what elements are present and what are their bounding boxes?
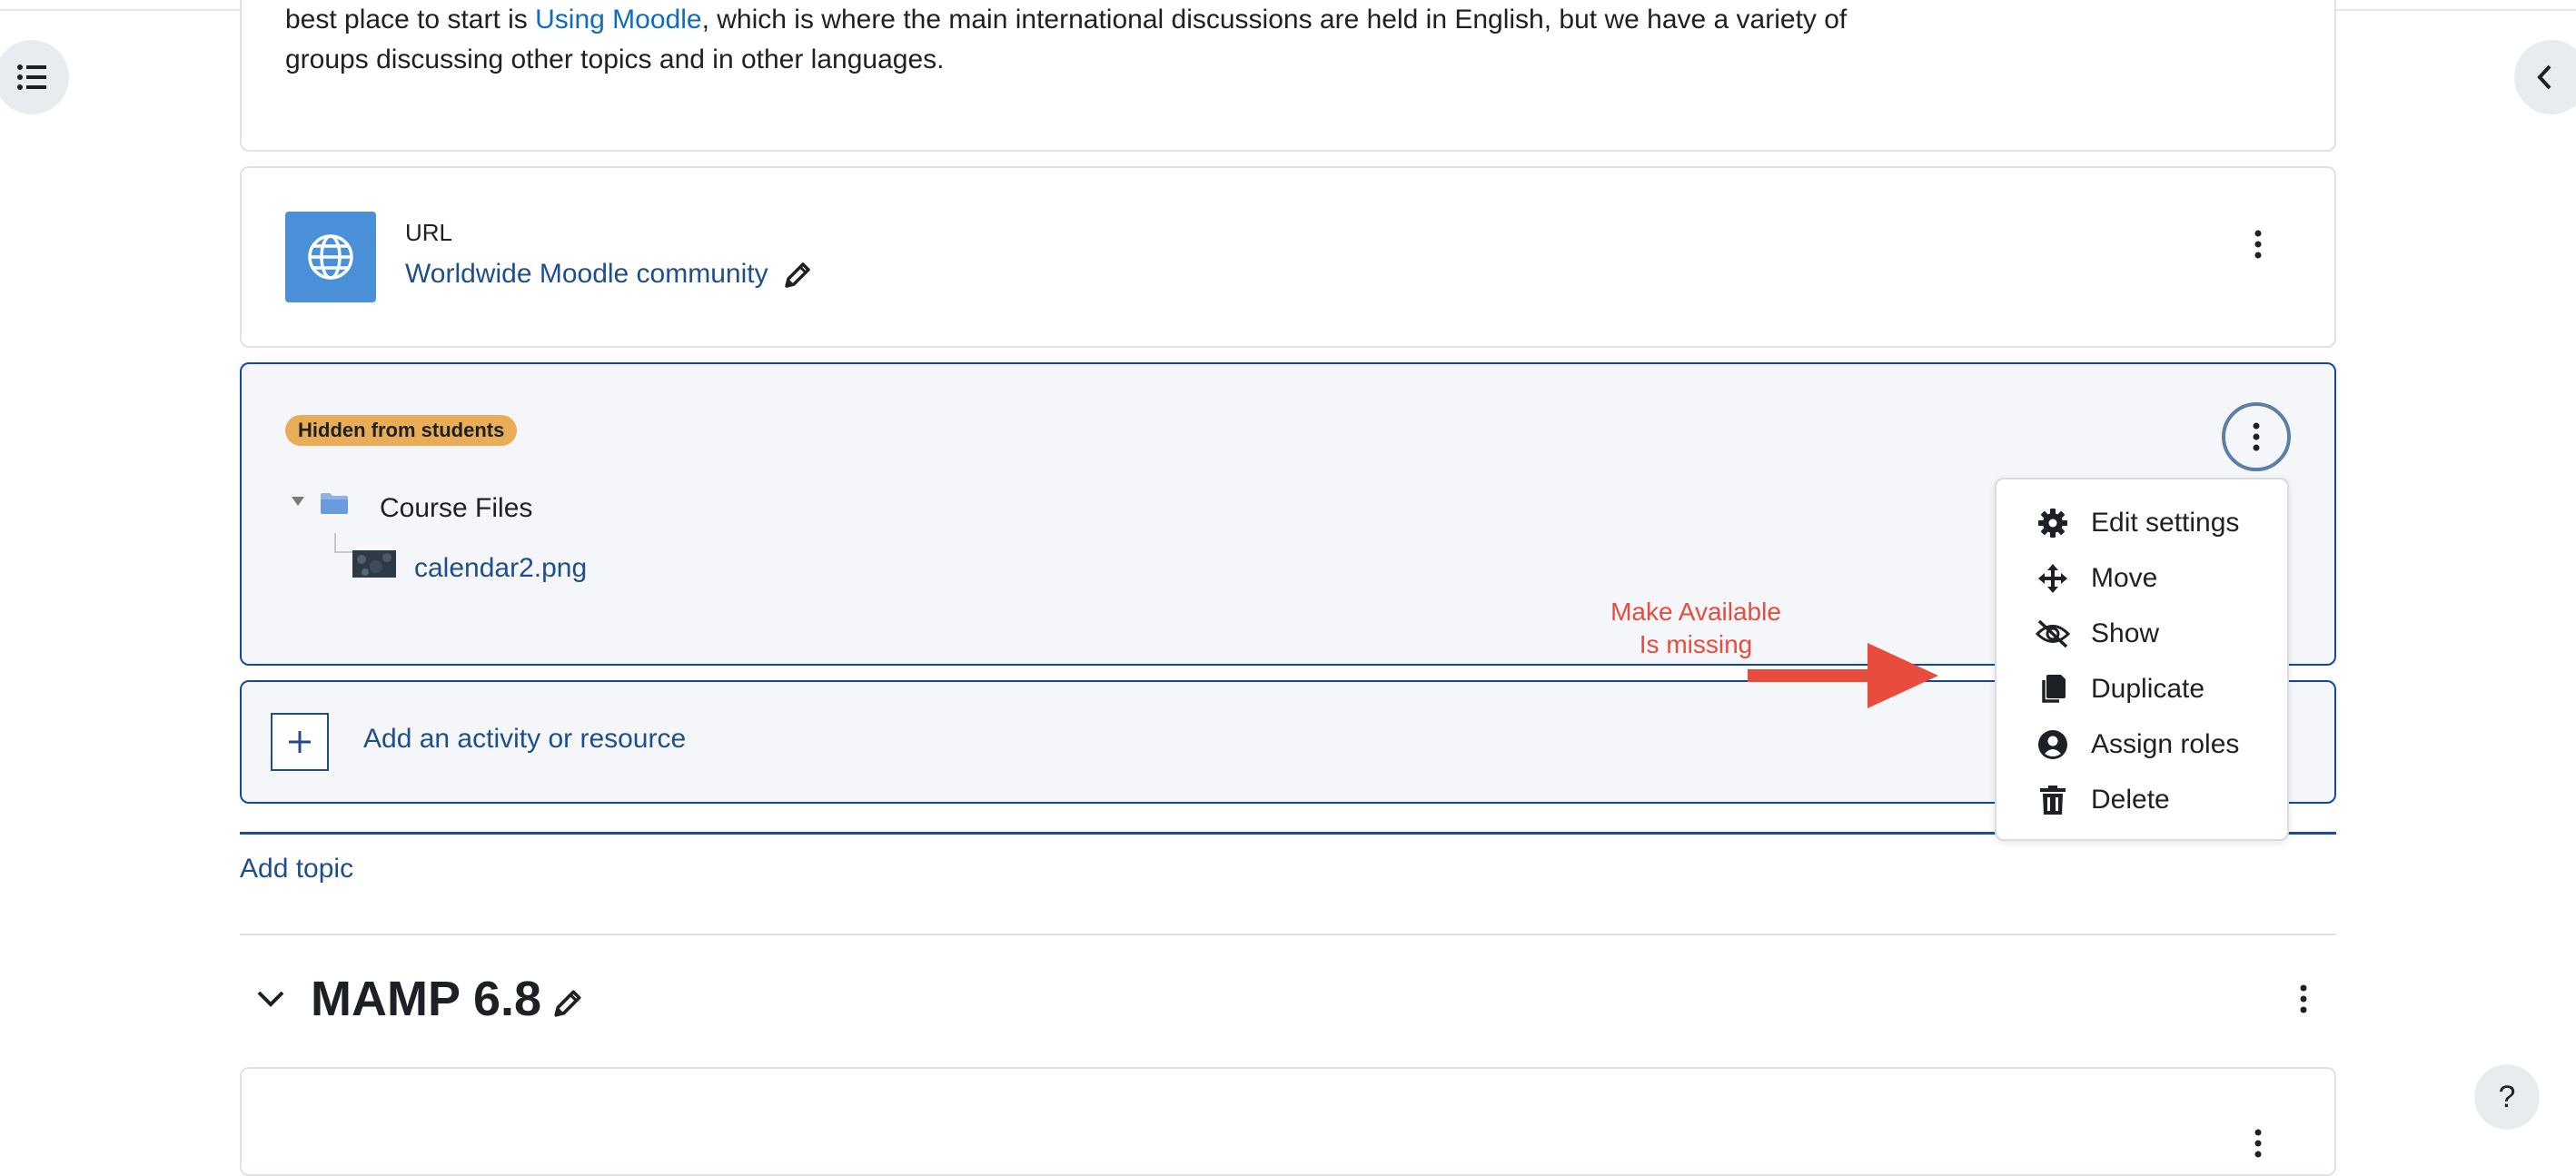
menu-item-label: Move — [2091, 563, 2158, 593]
intro-line-1: best place to start is Using Moodle, whi… — [285, 0, 1847, 40]
intro-text: best place to start is — [285, 5, 536, 35]
list-icon — [17, 64, 46, 90]
using-moodle-link[interactable]: Using Moodle — [535, 5, 701, 35]
menu-item-label: Delete — [2091, 785, 2170, 815]
url-activity-card: URL Worldwide Moodle community — [240, 166, 2336, 348]
help-button[interactable]: ? — [2474, 1064, 2540, 1130]
menu-item-edit-settings[interactable]: Edit settings — [2035, 498, 2239, 548]
globe-icon — [285, 212, 376, 302]
menu-item-show[interactable]: Show — [2035, 608, 2159, 659]
tree-connector — [334, 533, 352, 553]
pencil-icon[interactable] — [552, 986, 585, 1019]
menu-item-label: Duplicate — [2091, 674, 2205, 704]
url-activity-link[interactable]: Worldwide Moodle community — [405, 259, 768, 290]
next-activity-card — [240, 1067, 2336, 1176]
menu-item-label: Edit settings — [2091, 508, 2240, 538]
file-link[interactable]: calendar2.png — [414, 553, 587, 584]
hidden-badge: Hidden from students — [285, 415, 518, 446]
url-activity-title: Worldwide Moodle community — [405, 259, 814, 290]
folder-name: Course Files — [380, 493, 533, 523]
menu-item-label: Show — [2091, 618, 2160, 648]
section-actions-button[interactable] — [2285, 981, 2322, 1017]
url-activity-actions-button[interactable] — [2240, 226, 2276, 262]
menu-item-duplicate[interactable]: Duplicate — [2035, 664, 2204, 715]
eye-slash-icon — [2035, 618, 2071, 649]
activity-action-menu: Edit settings Move Show Duplicate Assign… — [1995, 478, 2289, 841]
kebab-icon — [2254, 230, 2262, 259]
activity-type-label: URL — [405, 219, 453, 246]
image-thumbnail-icon — [352, 550, 396, 578]
intro-card: best place to start is Using Moodle, whi… — [240, 0, 2336, 152]
user-circle-icon — [2035, 729, 2071, 760]
intro-line-2: groups discussing other topics and in ot… — [285, 44, 945, 74]
menu-item-move[interactable]: Move — [2035, 553, 2157, 604]
intro-text-after: , which is where the main international … — [701, 5, 1848, 35]
next-activity-actions-button[interactable] — [2240, 1125, 2276, 1161]
block-drawer-toggle-button[interactable] — [2514, 40, 2576, 114]
menu-item-assign-roles[interactable]: Assign roles — [2035, 719, 2239, 770]
chevron-down-icon[interactable] — [256, 990, 285, 1008]
section-title: MAMP 6.8 — [311, 972, 542, 1026]
pencil-icon[interactable] — [783, 259, 814, 290]
annotation-arrow — [1748, 643, 1938, 708]
chevron-left-icon — [2537, 64, 2551, 90]
trash-icon — [2035, 785, 2071, 815]
move-icon — [2035, 563, 2071, 594]
folder-icon — [321, 493, 348, 514]
menu-item-delete[interactable]: Delete — [2035, 775, 2170, 825]
menu-item-label: Assign roles — [2091, 729, 2240, 759]
add-topic-link[interactable]: Add topic — [240, 854, 353, 884]
kebab-icon — [2253, 422, 2260, 451]
copy-icon — [2035, 674, 2071, 705]
kebab-icon — [2300, 984, 2307, 1013]
annotation-line-1: Make Available — [1610, 598, 1781, 626]
add-activity-label[interactable]: Add an activity or resource — [363, 724, 686, 755]
section-separator — [240, 934, 2336, 935]
tree-expand-icon[interactable] — [291, 495, 305, 508]
folder-activity-actions-button[interactable] — [2222, 402, 2291, 471]
gear-icon — [2035, 508, 2071, 539]
course-index-toggle-button[interactable] — [0, 40, 69, 114]
plus-icon — [271, 713, 329, 771]
kebab-icon — [2254, 1129, 2262, 1158]
